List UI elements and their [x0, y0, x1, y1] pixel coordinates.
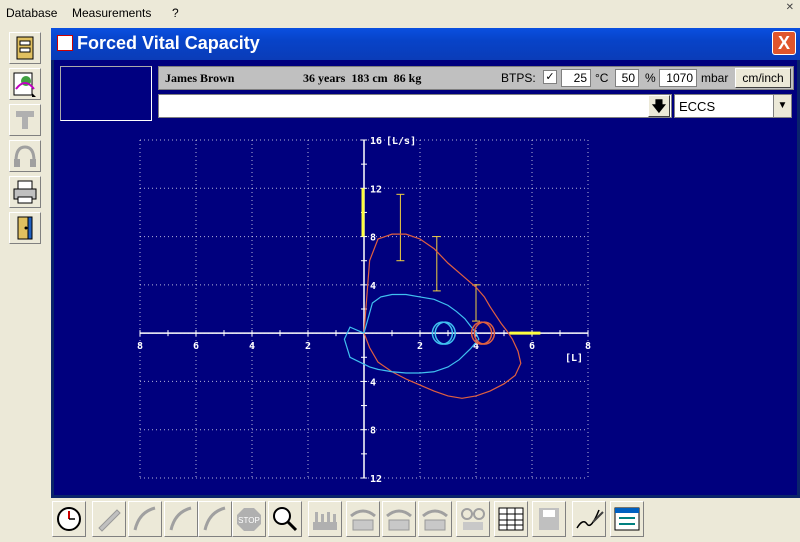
timer-icon	[57, 507, 81, 531]
printer-icon	[13, 180, 37, 204]
patient-details: 36 years 183 cm 86 kg	[303, 71, 422, 85]
timer-button[interactable]	[52, 501, 86, 537]
table-icon	[386, 509, 412, 531]
fvc-window: Forced Vital Capacity X James Brown 36 y…	[51, 28, 800, 498]
y-tick-label: 4	[370, 281, 376, 292]
bars-button[interactable]	[308, 501, 342, 537]
norm-select-value: ECCS	[679, 99, 716, 114]
menu-database[interactable]: Database	[6, 6, 57, 20]
exit-icon	[17, 216, 33, 240]
x-tick-label: 8	[585, 341, 591, 352]
y-tick-label: 16	[370, 136, 382, 147]
menu-bar: Database Measurements ? ✕	[0, 0, 800, 26]
window-title: Forced Vital Capacity	[77, 33, 260, 53]
report-icon	[614, 507, 640, 531]
client-area: James Brown 36 years 183 cm 86 kg BTPS: …	[54, 60, 797, 495]
test-select-button[interactable]: 🡇	[648, 95, 670, 117]
curve-icon	[203, 506, 226, 531]
calibration-button[interactable]	[9, 104, 41, 136]
menu-measurements[interactable]: Measurements	[72, 6, 151, 20]
save-button[interactable]	[532, 501, 566, 537]
glasses-icon	[461, 508, 485, 530]
temperature-unit: °C	[595, 71, 609, 85]
y-tick-label: 8	[370, 233, 376, 244]
pencil-button[interactable]	[92, 501, 126, 537]
grid-icon	[498, 507, 524, 531]
x-tick-label: 2	[305, 341, 311, 352]
curve-button-1[interactable]	[128, 501, 162, 537]
units-toggle-button[interactable]: cm/inch	[735, 68, 791, 88]
table-icon	[350, 509, 376, 531]
compare-button[interactable]	[456, 501, 490, 537]
btps-checkbox[interactable]: ✓	[543, 70, 557, 84]
title-bar: Forced Vital Capacity X	[51, 28, 800, 60]
curve-button-3[interactable]	[198, 501, 232, 537]
x-tick-label: 6	[193, 341, 199, 352]
grid-button[interactable]	[494, 501, 528, 537]
bottom-toolbar: STOP	[0, 498, 800, 542]
norm-select[interactable]: ECCS ▼	[674, 94, 792, 118]
y-unit-label: [L/s]	[386, 136, 416, 147]
x-tick-label: 2	[417, 341, 423, 352]
x-tick-label: 6	[529, 341, 535, 352]
database-button[interactable]	[9, 32, 41, 64]
humidity-field[interactable]: 50	[615, 69, 639, 87]
patient-name: James Brown	[165, 71, 235, 85]
patient-photo-box	[60, 66, 152, 121]
stop-button[interactable]: STOP	[232, 501, 266, 537]
stop-icon: STOP	[237, 508, 261, 531]
headphones-icon	[14, 145, 36, 167]
menu-help[interactable]: ?	[172, 6, 179, 20]
flow-volume-curve-orange	[363, 233, 522, 399]
temperature-field[interactable]: 25	[561, 69, 591, 87]
pressure-unit: mbar	[701, 71, 729, 85]
bars-icon	[313, 512, 337, 530]
print-button[interactable]	[9, 176, 41, 208]
humidity-unit: %	[645, 71, 656, 85]
signature-button[interactable]	[572, 501, 606, 537]
app-icon	[57, 35, 73, 51]
magnifier-icon	[273, 507, 298, 532]
patient-icon	[13, 72, 36, 97]
database-icon	[16, 36, 34, 60]
exit-button[interactable]	[9, 212, 41, 244]
test-select[interactable]	[158, 94, 672, 118]
norm-select-dropdown[interactable]: ▼	[773, 95, 791, 117]
chevron-down-icon: ▼	[777, 100, 788, 111]
flow-volume-chart: 8 6 4 2 2 4 6 81612844812[L/s][L]	[137, 136, 591, 485]
close-button[interactable]: X	[772, 31, 796, 55]
left-toolbar	[0, 26, 50, 496]
arrow-down-icon: 🡇	[651, 98, 667, 114]
btps-label: BTPS:	[501, 71, 536, 85]
y-tick-label: 8	[370, 426, 376, 437]
table-button-2[interactable]	[382, 501, 416, 537]
table-button-1[interactable]	[346, 501, 380, 537]
calibration-icon	[16, 111, 34, 129]
y-tick-label: 12	[370, 184, 382, 195]
report-button[interactable]	[610, 501, 644, 537]
headphones-button[interactable]	[9, 140, 41, 172]
mdi-close-icon[interactable]: ✕	[786, 2, 794, 13]
curve-icon	[169, 506, 192, 531]
x-tick-label: 4	[249, 341, 255, 352]
pencil-icon	[98, 509, 121, 532]
y-tick-label: 12	[370, 474, 382, 485]
patient-info-bar: James Brown 36 years 183 cm 86 kg BTPS: …	[158, 66, 794, 90]
svg-text:STOP: STOP	[238, 516, 260, 525]
table-button-3[interactable]	[418, 501, 452, 537]
disk-icon	[539, 508, 559, 530]
curve-button-2[interactable]	[164, 501, 198, 537]
x-unit-label: [L]	[565, 353, 583, 364]
y-tick-label: 4	[370, 377, 376, 388]
pressure-field[interactable]: 1070	[659, 69, 697, 87]
zoom-button[interactable]	[268, 501, 302, 537]
curve-icon	[133, 506, 156, 531]
table-icon	[422, 509, 448, 531]
x-tick-label: 8	[137, 341, 143, 352]
patient-button[interactable]	[9, 68, 41, 100]
signature-icon	[576, 509, 604, 529]
flow-volume-plot: 8 6 4 2 2 4 6 8 16 12 8 4 4 8 12 [L/s] [L]	[54, 122, 797, 495]
